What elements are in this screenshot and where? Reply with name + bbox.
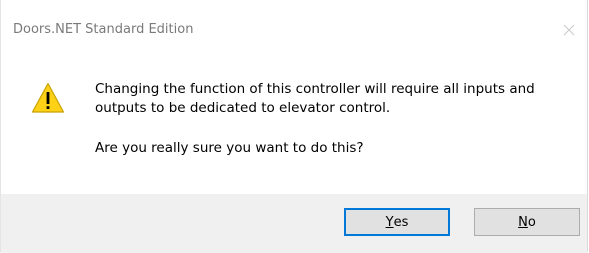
yes-button[interactable]: Yes bbox=[344, 208, 450, 236]
close-button[interactable] bbox=[557, 18, 581, 42]
message-dialog: Doors.NET Standard Edition Changing the … bbox=[0, 0, 588, 253]
confirmation-question: Are you really sure you want to do this? bbox=[95, 140, 364, 156]
yes-mnemonic: Y bbox=[385, 214, 394, 230]
no-label-rest: o bbox=[527, 214, 536, 230]
message-line-1: Changing the function of this controller… bbox=[95, 81, 535, 97]
no-button[interactable]: No bbox=[474, 208, 580, 236]
no-mnemonic: N bbox=[518, 214, 528, 230]
dialog-content: Changing the function of this controller… bbox=[1, 60, 587, 194]
title-bar[interactable]: Doors.NET Standard Edition bbox=[1, 0, 587, 60]
yes-label-rest: es bbox=[393, 214, 409, 230]
window-title: Doors.NET Standard Edition bbox=[13, 22, 194, 37]
close-icon bbox=[563, 24, 575, 36]
message-text: Changing the function of this controller… bbox=[95, 80, 565, 118]
warning-icon bbox=[31, 82, 65, 113]
button-bar: Yes No bbox=[1, 194, 587, 253]
message-line-2: outputs to be dedicated to elevator cont… bbox=[95, 100, 391, 116]
